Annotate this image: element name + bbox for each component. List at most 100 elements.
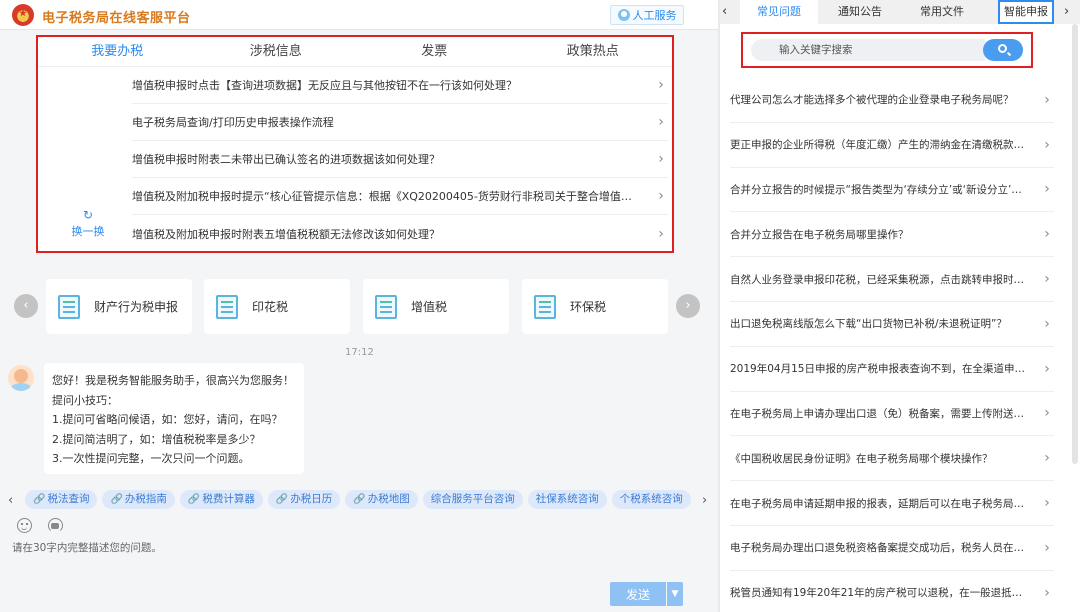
faq-item[interactable]: 增值税及附加税申报时附表五增值税税额无法修改该如何处理？ › — [132, 215, 668, 252]
tab-common-files[interactable]: 常用文件 — [902, 0, 982, 24]
question-text: 在电子税务局申请延期申报的报表，延期后可以在电子税务局上申报 — [730, 497, 1026, 510]
search-button[interactable] — [983, 39, 1023, 61]
tax-form-icon — [58, 294, 80, 319]
message-timestamp: 17:12 — [345, 347, 374, 358]
quick-link-chip[interactable]: 🔗 办税地图 — [345, 490, 418, 509]
question-text: 更正申报的企业所得税（年度汇缴）产生的滞纳金在清缴税款时没有 — [730, 139, 1026, 152]
category-environmental-tax[interactable]: 环保税 — [522, 279, 668, 334]
question-text: 出口退免税离线版怎么下载“出口货物已补税/未退税证明”？ — [730, 318, 1007, 331]
question-item[interactable]: 自然人业务登录申报印花税，已经采集税源，点击跳转申报时候不能 › — [730, 257, 1054, 302]
category-stamp-tax[interactable]: 印花税 — [204, 279, 350, 334]
question-text: 2019年04月15日申报的房产税申报表查询不到，在全渠道申报中查询 — [730, 363, 1026, 376]
chevron-right-icon: › — [1044, 405, 1050, 422]
quick-link-chip[interactable]: 社保系统咨询 — [527, 490, 607, 509]
app-title: 电子税务局在线客服平台 — [42, 11, 191, 26]
tab-smart-filing[interactable]: 智能申报 — [998, 0, 1054, 24]
caret-down-icon[interactable]: ▼ — [667, 582, 683, 606]
chips-prev-button[interactable]: ‹ — [8, 493, 13, 508]
tab-invoice[interactable]: 发票 — [355, 37, 514, 66]
emoji-icon[interactable] — [17, 518, 32, 533]
tabs-prev-icon[interactable]: ‹ — [722, 4, 727, 19]
link-icon: 🔗 — [187, 494, 201, 505]
faq-item-text: 电子税务局查询/打印历史申报表操作流程 — [132, 116, 334, 129]
scrollbar[interactable] — [1072, 24, 1078, 464]
quick-link-chip[interactable]: 个税系统咨询 — [611, 490, 691, 509]
info-tabs: ‹ 常见问题 通知公告 常用文件 智能申报 › — [720, 0, 1080, 24]
chevron-right-icon: › — [1044, 271, 1050, 288]
faq-item[interactable]: 增值税申报时点击【查询进项数据】无反应且与其他按钮不在一行该如何处理？ › — [132, 67, 668, 104]
search-input[interactable] — [751, 39, 985, 61]
input-toolbar — [17, 518, 63, 533]
chips-next-button[interactable]: › — [702, 493, 707, 508]
faq-item[interactable]: 电子税务局查询/打印历史申报表操作流程 › — [132, 104, 668, 141]
chevron-right-icon: › — [1044, 539, 1050, 556]
link-icon: 🔗 — [33, 494, 46, 505]
faq-item-text: 增值税申报时附表二未带出已确认签名的进项数据该如何处理？ — [132, 153, 440, 166]
carousel-prev-button[interactable]: ‹ — [14, 294, 38, 318]
quick-link-chip[interactable]: 综合服务平台咨询 — [422, 490, 523, 509]
quick-link-track: 🔗 税法查询 🔗 办税指南 🔗 税费计算器 🔗 办税日历 🔗 办税地图 综合服务平台咨询 社保系统咨询… — [25, 490, 693, 512]
chevron-right-icon: › — [658, 77, 664, 93]
chevron-right-icon: › — [1044, 91, 1050, 108]
question-item[interactable]: 出口退免税离线版怎么下载“出口货物已补税/未退税证明”？ › — [730, 302, 1054, 347]
tax-form-icon — [534, 294, 556, 319]
quick-link-label: 社保系统咨询 — [535, 493, 599, 505]
question-text: 在电子税务局上申请办理出口退（免）税备案，需要上传附送资料吗 — [730, 407, 1026, 420]
question-item[interactable]: 《中国税收居民身份证明》在电子税务局哪个模块操作？ › — [730, 436, 1054, 482]
question-item[interactable]: 在电子税务局上申请办理出口退（免）税备案，需要上传附送资料吗 › — [730, 392, 1054, 437]
quick-link-chip[interactable]: 🔗 办税指南 — [102, 490, 175, 509]
chevron-right-icon: › — [1044, 450, 1050, 467]
app-header: 电子税务局在线客服平台 人工服务 — [0, 0, 718, 30]
agent-icon — [617, 9, 630, 21]
question-item[interactable]: 电子税务局办理出口退免税资格备案提交成功后，税务人员在审核 › — [730, 526, 1054, 571]
category-label: 印花税 — [252, 300, 289, 314]
tax-form-icon — [216, 294, 238, 319]
question-item[interactable]: 2019年04月15日申报的房产税申报表查询不到，在全渠道申报中查询 › — [730, 347, 1054, 392]
refresh-label: 换一换 — [71, 225, 105, 238]
question-item[interactable]: 合并分立报告的时候提示“报告类型为‘存续分立’或‘新设分立’的，合并 › — [730, 168, 1054, 213]
message-line: 2.提问简洁明了，如：增值税税率是多少？ — [52, 432, 261, 446]
tab-policy-hotspot[interactable]: 政策热点 — [514, 37, 673, 66]
chevron-right-icon: › — [1044, 495, 1050, 512]
send-group: 发送 ▼ — [610, 582, 683, 606]
category-label: 财产行为税申报 — [94, 300, 179, 314]
question-text: 自然人业务登录申报印花税，已经采集税源，点击跳转申报时候不能 — [730, 273, 1026, 286]
human-service-button[interactable]: 人工服务 — [610, 5, 684, 25]
chevron-right-icon: › — [1044, 136, 1050, 153]
message-line: 提问小技巧： — [52, 393, 118, 407]
quick-link-label: 综合服务平台咨询 — [430, 493, 515, 505]
refresh-button[interactable]: ↻ 换一换 — [68, 209, 108, 239]
quick-link-label: 办税指南 — [124, 493, 167, 505]
headset-icon[interactable] — [48, 518, 63, 533]
question-text: 电子税务局办理出口退免税资格备案提交成功后，税务人员在审核 — [730, 542, 1026, 555]
quick-link-chip[interactable]: 🔗 税费计算器 — [179, 490, 263, 509]
link-icon: 🔗 — [275, 494, 289, 505]
tab-tax-handling[interactable]: 我要办税 — [38, 37, 197, 66]
faq-item[interactable]: 增值税及附加税申报时提示“核心征管提示信息：根据《XQ20200405-货劳财行… — [132, 178, 668, 215]
question-item[interactable]: 代理公司怎么才能选择多个被代理的企业登录电子税务局呢？ › — [730, 78, 1054, 123]
category-carousel: ‹ 财产行为税申报 印花税 增值税 环保税 › — [14, 279, 704, 335]
tab-notices[interactable]: 通知公告 — [820, 0, 900, 24]
faq-item[interactable]: 增值税申报时附表二未带出已确认签名的进项数据该如何处理？ › — [132, 141, 668, 178]
send-button[interactable]: 发送 — [610, 582, 666, 606]
category-vat[interactable]: 增值税 — [363, 279, 509, 334]
quick-link-chip[interactable]: 🔗 办税日历 — [267, 490, 341, 509]
question-list: 代理公司怎么才能选择多个被代理的企业登录电子税务局呢？ › 更正申报的企业所得税（年… — [730, 78, 1054, 612]
question-item[interactable]: 税管员通知有19年20年21年的房产税可以退税，在一般退抵税理-误收 › — [730, 571, 1054, 612]
category-property-tax[interactable]: 财产行为税申报 — [46, 279, 192, 334]
question-input[interactable] — [12, 540, 702, 576]
question-item[interactable]: 合并分立报告在电子税务局哪里操作？ › — [730, 212, 1054, 258]
chevron-right-icon: › — [658, 114, 664, 130]
question-item[interactable]: 在电子税务局申请延期申报的报表，延期后可以在电子税务局上申报 › — [730, 481, 1054, 526]
quick-link-bar: ‹ 🔗 税法查询 🔗 办税指南 🔗 税费计算器 🔗 办税日历 🔗 办税地图 综合服务平台咨询 社保系统… — [0, 490, 718, 512]
chevron-right-icon: › — [658, 188, 664, 204]
tax-emblem-icon — [12, 4, 34, 26]
chevron-right-icon: › — [1044, 315, 1050, 332]
question-item[interactable]: 更正申报的企业所得税（年度汇缴）产生的滞纳金在清缴税款时没有 › — [730, 123, 1054, 168]
carousel-next-button[interactable]: › — [676, 294, 700, 318]
tabs-next-icon[interactable]: › — [1064, 4, 1069, 19]
quick-link-chip[interactable]: 🔗 税法查询 — [25, 490, 98, 509]
chevron-right-icon: › — [658, 225, 664, 242]
tab-faq[interactable]: 常见问题 — [740, 0, 818, 24]
tab-tax-info[interactable]: 涉税信息 — [197, 37, 356, 66]
